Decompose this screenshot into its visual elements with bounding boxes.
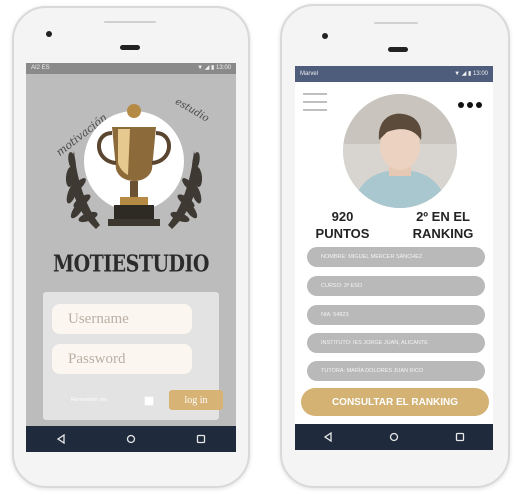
status-bar: AI2 ES ▼ ◢ ▮ 13:00 [26,63,236,74]
more-options-icon[interactable] [457,96,483,114]
profile-screen: Marvel ▼ ◢ ▮ 13:00 920 PUNTOS 2º EN EL R… [295,66,493,450]
password-input[interactable] [52,344,192,374]
points-label: PUNTOS [315,226,370,241]
info-school: INSTITUTO: IES JORGE JUAN, ALICANTE [307,333,485,353]
android-nav-bar [26,426,236,452]
recents-icon[interactable] [455,432,465,442]
earpiece-slot [104,21,156,23]
logo-script-right: estudio [173,96,211,124]
points-value: 920 [331,209,354,224]
info-tutor: TUTORA: MARÍA DOLORES JUAN RICO [307,361,485,381]
status-icons: ▼ ◢ ▮ 13:00 [454,71,488,77]
android-nav-bar [295,424,493,450]
login-screen: AI2 ES ▼ ◢ ▮ 13:00 motivación estudio MO… [26,63,236,452]
trophy-laurel-icon: motivación estudio [54,96,211,229]
status-icons: ▼ ◢ ▮ 13:00 [197,65,231,71]
camera-icon [46,31,52,37]
brand-title: MOTIESTUDIO [53,250,209,278]
phone-login: AI2 ES ▼ ◢ ▮ 13:00 motivación estudio MO… [12,6,250,488]
hamburger-menu-icon[interactable] [302,91,328,118]
view-ranking-button[interactable]: CONSULTAR EL RANKING [301,388,489,416]
remember-me-checkbox[interactable] [144,396,154,406]
speaker-icon [120,45,140,50]
phone-profile: Marvel ▼ ◢ ▮ 13:00 920 PUNTOS 2º EN EL R… [280,4,510,488]
earpiece-slot [374,22,418,24]
info-name: NOMBRE: MIGUEL MERCER SÁNCHEZ [307,247,485,267]
camera-icon [322,33,328,39]
carrier-text: Marvel [300,71,319,77]
profile-avatar [343,94,457,208]
home-icon[interactable] [126,434,136,444]
info-course: CURSO: 3º ESO [307,276,485,296]
recents-icon[interactable] [196,434,206,444]
info-nia: NIA: 54823 [307,305,485,325]
speaker-icon [388,47,408,52]
rank-label: RANKING [412,226,474,241]
status-bar: Marvel ▼ ◢ ▮ 13:00 [295,66,493,82]
username-input[interactable] [52,304,192,334]
back-icon[interactable] [56,434,66,444]
rank-stat: 2º EN EL RANKING [403,208,483,242]
back-icon[interactable] [323,432,333,442]
home-icon[interactable] [389,432,399,442]
carrier-text: AI2 ES [31,65,50,71]
points-stat: 920 PUNTOS [305,208,380,242]
remember-me-label: Remember me [71,397,108,403]
rank-value: 2º EN EL [416,209,470,224]
login-button[interactable]: log in [169,390,223,410]
